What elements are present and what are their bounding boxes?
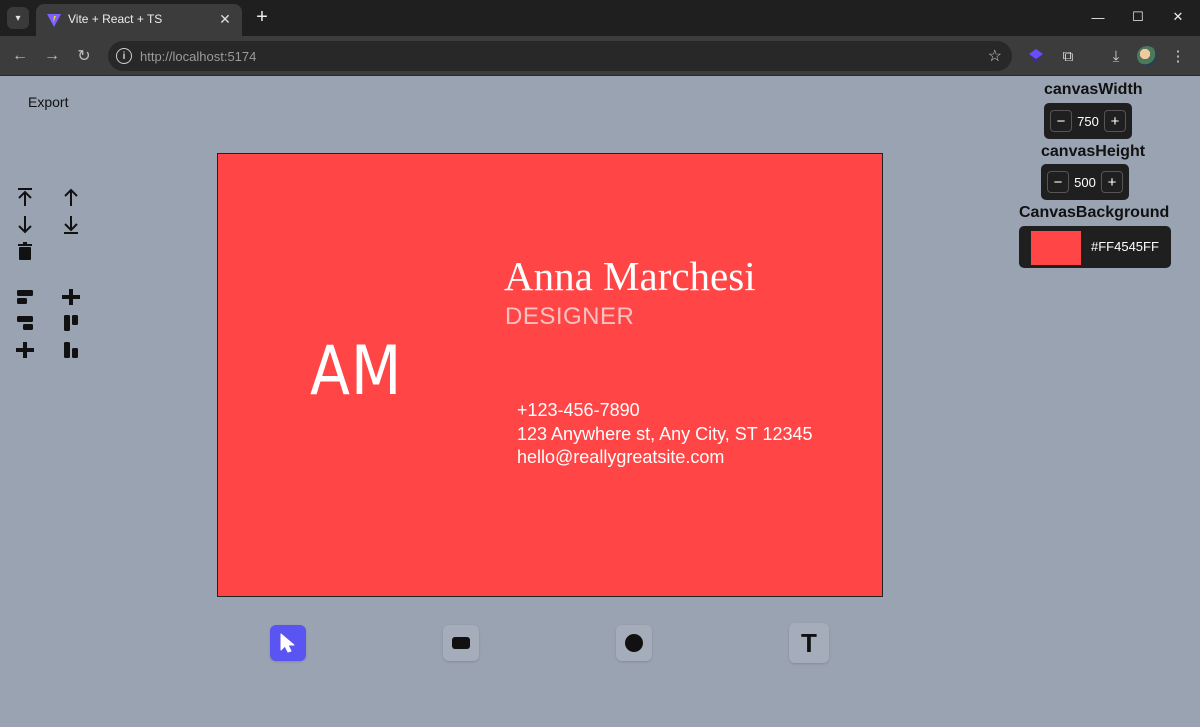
rectangle-tool-button[interactable] [443, 625, 479, 661]
maximize-icon[interactable]: ☐ [1127, 6, 1149, 28]
tab-title: Vite + React + TS [68, 12, 163, 26]
canvas-height-stepper: − 500 + [1041, 164, 1129, 200]
bring-forward-icon[interactable] [60, 186, 82, 208]
reload-icon[interactable]: ↻ [72, 44, 96, 68]
align-left-icon[interactable] [14, 286, 36, 308]
width-value[interactable]: 750 [1076, 114, 1100, 129]
align-bottom-icon[interactable] [60, 339, 82, 361]
select-tool-button[interactable] [270, 625, 306, 661]
canvas-width-label: canvasWidth [1044, 81, 1143, 98]
canvas-background-label: CanvasBackground [1019, 204, 1170, 221]
menu-kebab-icon[interactable]: ⋮ [1168, 46, 1188, 66]
align-right-icon[interactable] [14, 312, 36, 334]
send-to-back-icon[interactable] [60, 214, 82, 236]
close-tab-icon[interactable]: ✕ [216, 10, 234, 28]
rectangle-icon [452, 637, 470, 649]
extensions-puzzle-icon[interactable]: ⧉ [1058, 46, 1078, 66]
align-top-icon[interactable] [60, 312, 82, 334]
forward-icon[interactable]: → [40, 44, 64, 68]
browser-toolbar: ← → ↻ i http://localhost:5174 ☆ ⧉ ⤓ ⋮ [0, 36, 1200, 76]
role-text[interactable]: DESIGNER [505, 303, 634, 331]
height-decrement-button[interactable]: − [1047, 171, 1069, 193]
width-increment-button[interactable]: + [1104, 110, 1126, 132]
canvas-height-label: canvasHeight [1041, 143, 1146, 160]
align-center-horizontal-icon[interactable] [14, 339, 36, 361]
bookmark-star-icon[interactable]: ☆ [988, 46, 1002, 66]
url-text: http://localhost:5174 [140, 49, 256, 64]
downloads-icon[interactable]: ⤓ [1106, 46, 1126, 66]
email-text[interactable]: hello@reallygreatsite.com [517, 447, 724, 468]
close-window-icon[interactable]: ✕ [1167, 6, 1189, 28]
vite-logo-icon [47, 14, 61, 27]
site-info-icon[interactable]: i [116, 48, 132, 64]
height-increment-button[interactable]: + [1101, 171, 1123, 193]
export-button[interactable]: Export [28, 94, 68, 110]
send-backward-icon[interactable] [14, 214, 36, 236]
profile-avatar[interactable] [1137, 46, 1157, 66]
background-color-hex[interactable]: #FF4545FF [1091, 239, 1159, 254]
browser-tabbar: ▾ Vite + React + TS ✕ + — ☐ ✕ [0, 0, 1200, 36]
minimize-icon[interactable]: — [1087, 6, 1109, 28]
text-tool-button[interactable]: T [789, 623, 829, 663]
tab-search-button[interactable]: ▾ [7, 7, 29, 29]
name-text[interactable]: Anna Marchesi [504, 252, 756, 300]
delete-trash-icon[interactable] [14, 240, 36, 262]
canvas-background-picker[interactable]: #FF4545FF [1019, 226, 1171, 268]
text-icon: T [801, 627, 817, 658]
editor-app: Export AM Anna Marchesi DESIGNER +123-45… [0, 77, 1200, 727]
address-bar[interactable]: i http://localhost:5174 ☆ [108, 41, 1012, 71]
width-decrement-button[interactable]: − [1050, 110, 1072, 132]
circle-tool-button[interactable] [616, 625, 652, 661]
browser-tab[interactable]: Vite + React + TS ✕ [36, 4, 242, 36]
align-center-vertical-icon[interactable] [60, 286, 82, 308]
phone-text[interactable]: +123-456-7890 [517, 400, 640, 421]
back-icon[interactable]: ← [8, 44, 32, 68]
address-text[interactable]: 123 Anywhere st, Any City, ST 12345 [517, 424, 813, 445]
design-canvas[interactable]: AM Anna Marchesi DESIGNER +123-456-7890 … [217, 153, 883, 597]
bring-to-front-icon[interactable] [14, 186, 36, 208]
url-host: http://localhost [140, 49, 224, 64]
height-value[interactable]: 500 [1073, 175, 1097, 190]
monogram-text[interactable]: AM [310, 332, 402, 411]
cursor-icon [280, 633, 295, 653]
extension-layers-icon[interactable] [1026, 46, 1046, 66]
background-color-swatch[interactable] [1031, 231, 1081, 265]
canvas-width-stepper: − 750 + [1044, 103, 1132, 139]
new-tab-button[interactable]: + [252, 6, 272, 28]
url-port: :5174 [223, 49, 257, 64]
circle-icon [625, 634, 643, 652]
